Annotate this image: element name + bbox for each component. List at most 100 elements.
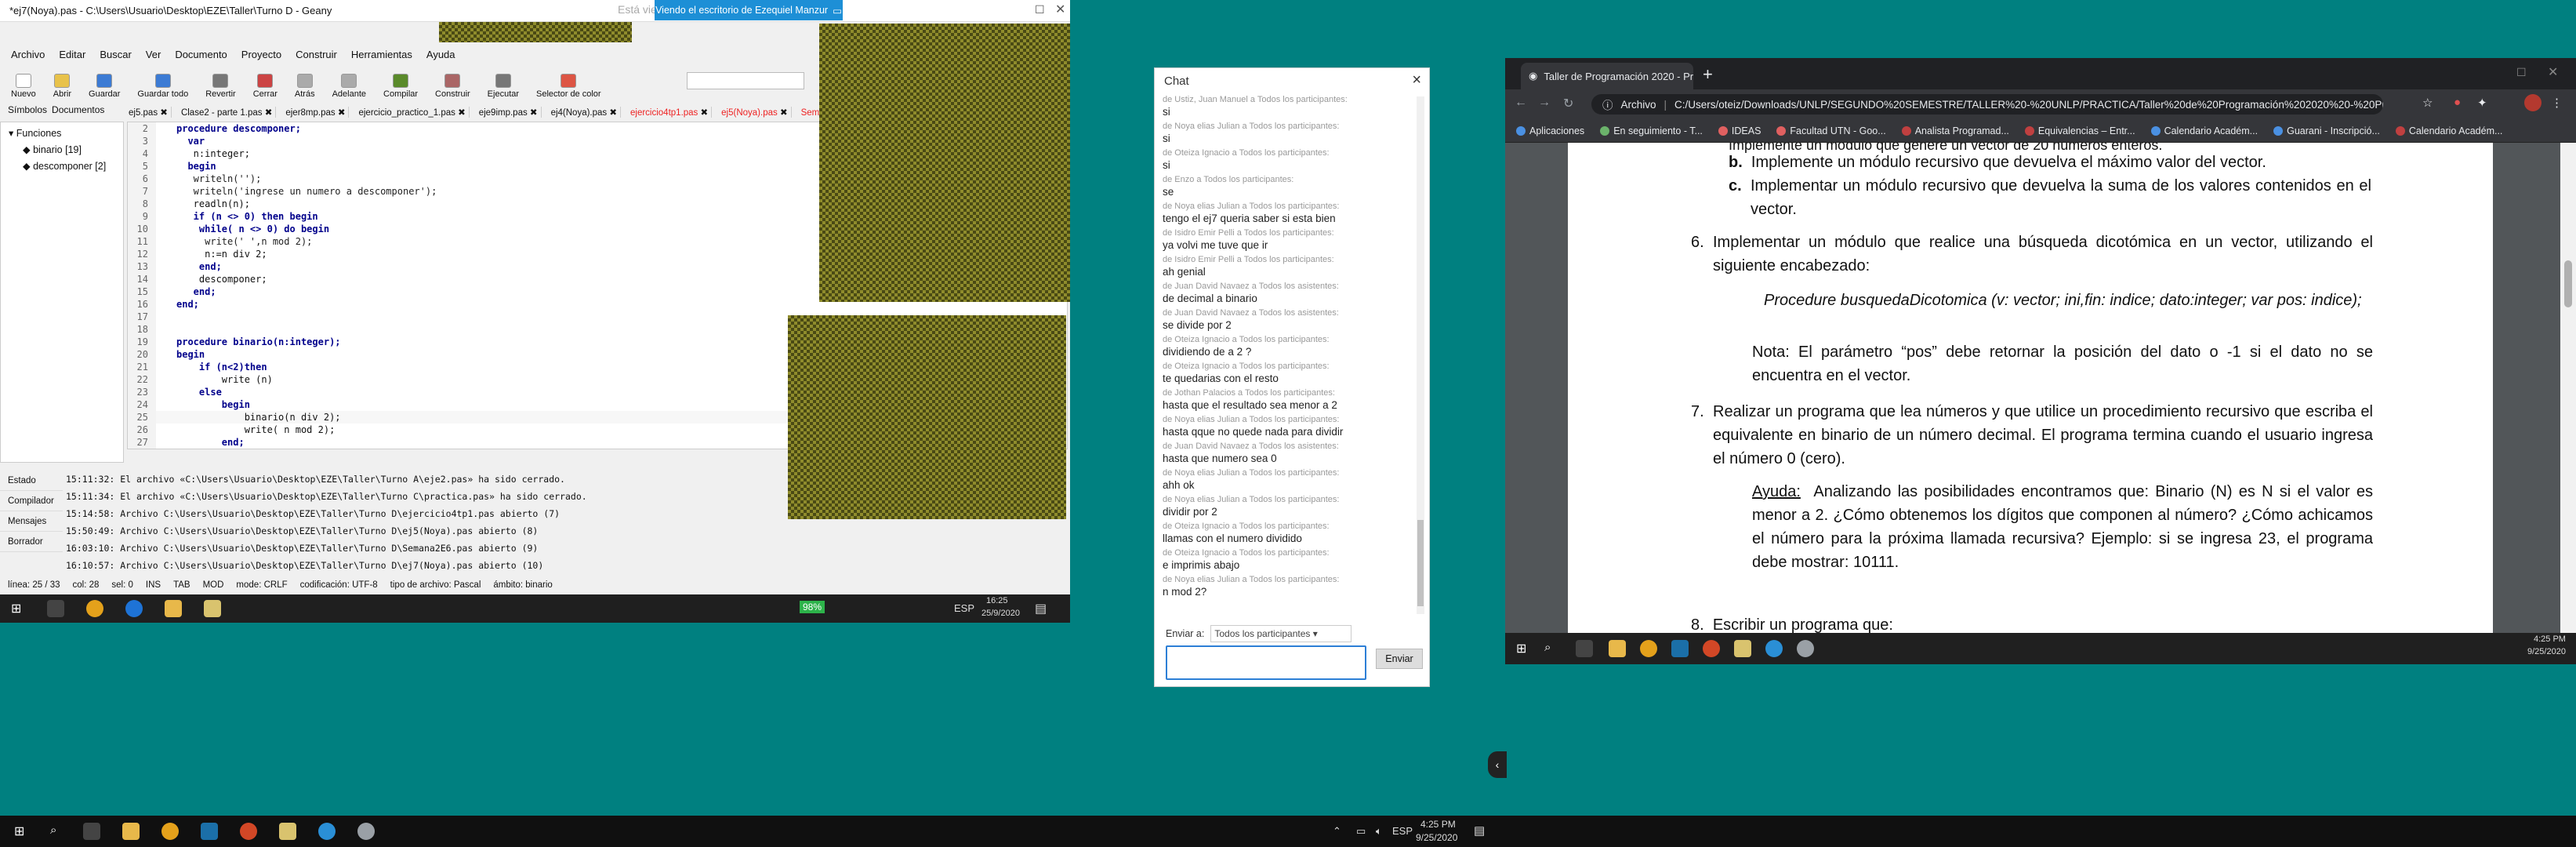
bookmark-item[interactable]: Calendario Académ... (2150, 125, 2258, 136)
menu-item-ver[interactable]: Ver (146, 49, 161, 60)
symbol-item-binario[interactable]: ◆ binario [19] (9, 144, 115, 155)
toolbar-build-button[interactable]: Construir (435, 74, 470, 99)
close-tab-icon[interactable]: ✖ (338, 108, 346, 118)
bottom-tab-0[interactable]: Estado (0, 471, 63, 491)
menu-item-buscar[interactable]: Buscar (100, 49, 131, 60)
menu-item-construir[interactable]: Construir (296, 49, 337, 60)
symbols-root[interactable]: ▾ Funciones (9, 127, 115, 139)
editor-tab[interactable]: Clase2 - parte 1.pas ✖ (178, 107, 277, 118)
app-icon[interactable] (357, 823, 375, 840)
powerpoint-icon[interactable] (1703, 640, 1720, 657)
tray-up-icon[interactable]: ⌃ (1333, 825, 1341, 838)
back-arrow-icon[interactable]: ← (1515, 96, 1527, 110)
menu-item-archivo[interactable]: Archivo (11, 49, 45, 60)
browser-tab[interactable]: ◉ Taller de Programación 2020 - Pr × (1521, 63, 1693, 89)
toolbar-back-arrow-button[interactable]: Atrás (295, 74, 315, 99)
windows-start-icon[interactable]: ⊞ (1516, 641, 1526, 656)
file-explorer-icon[interactable] (122, 823, 140, 840)
symbol-item-descomponer[interactable]: ◆ descomponer [2] (9, 160, 115, 172)
steam-icon[interactable] (1671, 640, 1689, 657)
toolbar-close-file-button[interactable]: Cerrar (253, 74, 278, 99)
editor-tab[interactable]: ejer8mp.pas ✖ (282, 107, 350, 118)
zoom-icon[interactable] (1765, 640, 1783, 657)
collapse-panel-button[interactable]: ‹ (1488, 751, 1507, 778)
bookmark-item[interactable]: En seguimiento - T... (1600, 125, 1703, 136)
notification-icon[interactable]: ▤ (1474, 823, 1485, 838)
steam-icon[interactable] (201, 823, 218, 840)
close-tab-icon[interactable]: ✖ (701, 108, 709, 118)
reload-icon[interactable]: ↻ (1563, 96, 1573, 111)
avatar[interactable] (2524, 94, 2542, 111)
screen-share-banner[interactable]: Viendo el escritorio de Ezequiel Manzur … (655, 0, 843, 20)
bottom-tab-3[interactable]: Borrador (0, 532, 63, 552)
powerpoint-icon[interactable] (240, 823, 257, 840)
menu-item-documento[interactable]: Documento (175, 49, 227, 60)
chat-message-input[interactable] (1166, 645, 1366, 680)
bookmark-item[interactable]: Analista Programad... (1901, 125, 2009, 136)
sidebar-tab-0[interactable]: Símbolos (8, 104, 47, 120)
editor-tab[interactable]: ej5(Noya).pas ✖ (718, 107, 792, 118)
edge-icon[interactable] (125, 600, 143, 617)
extension-icon[interactable]: ● (2454, 96, 2461, 109)
toolbar-revert-button[interactable]: Revertir (205, 74, 236, 99)
geany-icon[interactable] (279, 823, 296, 840)
editor-tab[interactable]: ej4(Noya).pas ✖ (548, 107, 621, 118)
volume-icon[interactable]: 🔈︎ (1376, 825, 1382, 838)
task-view-icon[interactable] (47, 600, 64, 617)
new-tab-icon[interactable]: + (1703, 64, 1713, 85)
close-tab-icon[interactable]: ✖ (780, 108, 788, 118)
editor-tab[interactable]: ej5.pas ✖ (125, 107, 172, 118)
close-icon[interactable]: ✕ (2548, 64, 2558, 80)
bookmark-item[interactable]: IDEAS (1718, 125, 1761, 136)
toolbar-color-picker-button[interactable]: Selector de color (536, 74, 601, 99)
task-view-icon[interactable] (1576, 640, 1593, 657)
send-to-select[interactable]: Todos los participantes ▾ (1210, 625, 1352, 642)
zoom-icon[interactable] (318, 823, 336, 840)
toolbar-save-button[interactable]: Guardar (89, 74, 120, 99)
toolbar-new-file-button[interactable]: Nuevo (11, 74, 36, 99)
toolbar-forward-arrow-button[interactable]: Adelante (332, 74, 366, 99)
maximize-icon[interactable]: ☐ (2516, 66, 2527, 79)
windows-start-icon[interactable]: ⊞ (14, 823, 24, 839)
close-tab-icon[interactable]: ✖ (160, 108, 168, 118)
chat-scrollbar[interactable] (1417, 96, 1424, 614)
notification-icon[interactable]: ▤ (1035, 601, 1047, 616)
bookmark-item[interactable]: Aplicaciones (1516, 125, 1584, 136)
toolbar-run-button[interactable]: Ejecutar (488, 74, 519, 99)
windows-start-icon[interactable]: ⊞ (11, 601, 21, 616)
toolbar-search-input[interactable] (687, 72, 804, 89)
sidebar-tab-1[interactable]: Documentos (52, 104, 104, 120)
bookmark-item[interactable]: Guarani - Inscripció... (2273, 125, 2380, 136)
search-icon[interactable]: ⌕ (50, 823, 56, 837)
address-bar[interactable]: ⓘ Archivo | C:/Users/oteiz/Downloads/UNL… (1591, 94, 2383, 115)
task-view-icon[interactable] (83, 823, 100, 840)
search-icon[interactable]: ⌕ (1544, 641, 1551, 654)
chrome-icon[interactable] (86, 600, 103, 617)
bookmark-item[interactable]: Equivalencias – Entr... (2024, 125, 2135, 136)
pdf-scrollbar[interactable] (2560, 143, 2576, 633)
bottom-tab-2[interactable]: Mensajes (0, 511, 63, 532)
bookmark-item[interactable]: Calendario Académ... (2395, 125, 2502, 136)
menu-icon[interactable]: ⋮ (2551, 96, 2563, 110)
close-tab-icon[interactable]: ✖ (458, 108, 466, 118)
editor-tab[interactable]: ejercicio4tp1.pas ✖ (627, 107, 713, 118)
menu-item-editar[interactable]: Editar (59, 49, 85, 60)
lang-indicator[interactable]: ESP (954, 602, 974, 614)
editor-tab[interactable]: ejercicio_practico_1.pas ✖ (355, 107, 470, 118)
bookmark-item[interactable]: Facultad UTN - Goo... (1776, 125, 1886, 136)
close-tab-icon[interactable]: ✖ (609, 108, 617, 118)
forward-arrow-icon[interactable]: → (1538, 96, 1551, 110)
file-explorer-icon[interactable] (1609, 640, 1626, 657)
maximize-icon[interactable]: ☐ (1035, 3, 1045, 16)
file-explorer-icon[interactable] (165, 600, 182, 617)
toolbar-save-all-button[interactable]: Guardar todo (137, 74, 188, 99)
editor-tab[interactable]: eje9imp.pas ✖ (476, 107, 542, 118)
geany-icon[interactable] (204, 600, 221, 617)
toolbar-open-folder-button[interactable]: Abrir (53, 74, 71, 99)
app-icon[interactable] (1797, 640, 1814, 657)
puzzle-icon[interactable]: ✦ (2477, 96, 2487, 110)
close-tab-icon[interactable]: ✖ (530, 108, 538, 118)
network-icon[interactable]: ▭ (1356, 825, 1366, 838)
send-button[interactable]: Enviar (1376, 649, 1423, 669)
menu-item-herramientas[interactable]: Herramientas (351, 49, 412, 60)
